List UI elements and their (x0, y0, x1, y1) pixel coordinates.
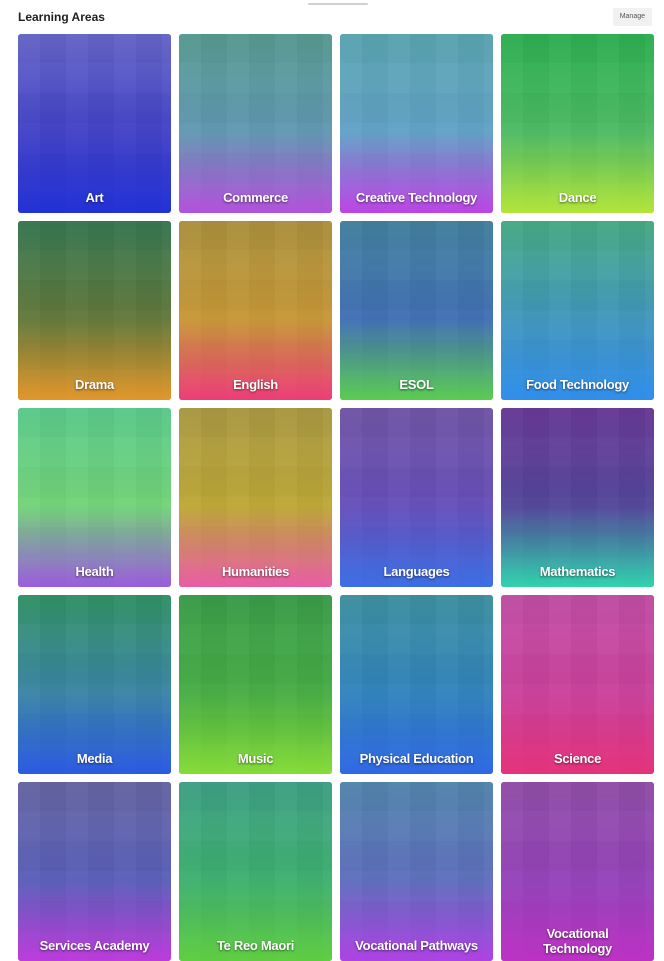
learning-area-tile-services-academy[interactable]: Services Academy (18, 782, 171, 961)
page-title: Learning Areas (18, 10, 105, 24)
tile-gradient-overlay (501, 408, 654, 587)
learning-area-tile-humanities[interactable]: Humanities (179, 408, 332, 587)
learning-area-tile-health[interactable]: Health (18, 408, 171, 587)
tile-label: ESOL (399, 377, 434, 392)
tile-gradient-overlay (179, 595, 332, 774)
tile-label: Te Reo Maori (216, 938, 295, 953)
tile-gradient-overlay (340, 595, 493, 774)
learning-area-tile-esol[interactable]: ESOL (340, 221, 493, 400)
tile-label: English (233, 377, 278, 392)
learning-area-tile-media[interactable]: Media (18, 595, 171, 774)
tile-gradient-overlay (179, 782, 332, 961)
tile-label: Art (85, 190, 104, 205)
tile-gradient-overlay (18, 595, 171, 774)
tile-label: Drama (75, 377, 114, 392)
tile-gradient-overlay (340, 782, 493, 961)
tile-gradient-overlay (340, 221, 493, 400)
tile-gradient-overlay (179, 408, 332, 587)
learning-areas-grid: Art Commerce Creative Technology Dance Drama… (18, 34, 654, 961)
tile-label: Media (76, 751, 113, 766)
tile-gradient-overlay (179, 221, 332, 400)
tile-gradient-overlay (18, 34, 171, 213)
header: Learning Areas Manage (18, 8, 652, 28)
tile-label: Services Academy (39, 938, 150, 953)
tile-label: Health (75, 564, 114, 579)
tile-gradient-overlay (18, 221, 171, 400)
tile-label: Mathematics (539, 564, 616, 579)
learning-area-tile-english[interactable]: English (179, 221, 332, 400)
tile-label: Commerce (223, 190, 288, 205)
learning-area-tile-art[interactable]: Art (18, 34, 171, 213)
tile-label: Dance (558, 190, 597, 205)
tile-gradient-overlay (501, 221, 654, 400)
top-drag-handle (308, 3, 368, 5)
learning-area-tile-vocational-pathways[interactable]: Vocational Pathways (340, 782, 493, 961)
tile-gradient-overlay (340, 408, 493, 587)
learning-area-tile-vocational-technology[interactable]: Vocational Technology (501, 782, 654, 961)
learning-area-tile-food-technology[interactable]: Food Technology (501, 221, 654, 400)
tile-label: Science (553, 751, 602, 766)
tile-label: Physical Education (359, 751, 474, 766)
tile-gradient-overlay (18, 408, 171, 587)
learning-area-tile-mathematics[interactable]: Mathematics (501, 408, 654, 587)
tile-gradient-overlay (501, 34, 654, 213)
learning-area-tile-music[interactable]: Music (179, 595, 332, 774)
tile-label: Music (237, 751, 274, 766)
learning-area-tile-science[interactable]: Science (501, 595, 654, 774)
learning-area-tile-te-reo-maori[interactable]: Te Reo Maori (179, 782, 332, 961)
tile-label: Vocational Technology (543, 926, 612, 956)
learning-area-tile-dance[interactable]: Dance (501, 34, 654, 213)
tile-label: Creative Technology (355, 190, 478, 205)
learning-area-tile-languages[interactable]: Languages (340, 408, 493, 587)
learning-area-tile-drama[interactable]: Drama (18, 221, 171, 400)
manage-button[interactable]: Manage (612, 8, 652, 26)
tile-label: Humanities (221, 564, 290, 579)
tile-label: Languages (383, 564, 450, 579)
learning-area-tile-commerce[interactable]: Commerce (179, 34, 332, 213)
tile-gradient-overlay (340, 34, 493, 213)
tile-label: Food Technology (526, 377, 629, 392)
learning-area-tile-physical-education[interactable]: Physical Education (340, 595, 493, 774)
tile-gradient-overlay (179, 34, 332, 213)
tile-label: Vocational Pathways (355, 938, 478, 953)
learning-area-tile-creative-technology[interactable]: Creative Technology (340, 34, 493, 213)
tile-gradient-overlay (18, 782, 171, 961)
tile-gradient-overlay (501, 595, 654, 774)
